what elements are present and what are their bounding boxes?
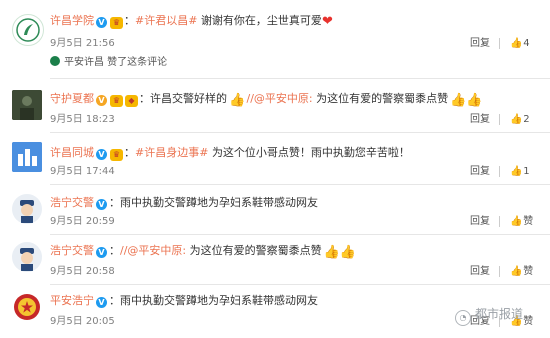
reply-button[interactable]: 回复 (470, 114, 490, 126)
heart-emoji-icon: ❤ (321, 14, 333, 29)
like-count: 1 (523, 166, 530, 177)
reply-button[interactable]: 回复 (470, 266, 490, 278)
liked-by-note: 平安许昌 赞了这条评论 (50, 56, 167, 69)
username[interactable]: 守护夏都 (50, 92, 94, 105)
like-button[interactable]: 👍 1 (510, 166, 530, 178)
like-count: 赞 (523, 316, 534, 327)
comment-text: 为这位有爱的警察蜀黍点赞 (189, 244, 322, 257)
username[interactable]: 许昌学院 (50, 14, 94, 27)
comment-text: 为这位有爱的警察蜀黍点赞 (316, 92, 449, 105)
like-button[interactable]: 👍 2 (510, 114, 530, 126)
thumbs-up-emoji-icon: 👍 (229, 93, 246, 108)
comment-text: 雨中执勤交警蹲地为孕妇系鞋带感动网友 (120, 196, 318, 209)
comment-feed: 许昌学院 V ♛ ：#许君以昌# 谢谢有你在，尘世真可爱❤ 9月5日 21:56 回复… (0, 0, 550, 338)
avatar[interactable] (12, 90, 42, 120)
police-avatar-icon (12, 242, 42, 272)
thumbs-up-emoji-icon: 👍 (450, 93, 467, 108)
comment-body: 许昌同城 V ♛ ：#许昌身边事# 为这个位小哥点赞！雨中执勤您辛苦啦！ (50, 146, 410, 161)
police-emblem-icon (14, 294, 40, 320)
verified-icon: V (96, 199, 107, 210)
thumbs-up-icon: 👍 (510, 166, 523, 177)
reply-button[interactable]: 回复 (470, 166, 490, 178)
thumbs-up-icon: 👍 (510, 216, 523, 227)
like-count: 2 (523, 114, 530, 125)
comment-body: 浩宁交警 V ：//@平安中原: 为这位有爱的警察蜀黍点赞 👍👍 (50, 244, 356, 260)
comment-time: 9月5日 20:05 (50, 316, 115, 327)
avatar[interactable] (12, 292, 42, 322)
comment-time: 9月5日 21:56 (50, 38, 115, 49)
mention-link[interactable]: //@平安中原: (247, 92, 313, 105)
divider (499, 166, 500, 177)
divider (50, 234, 550, 235)
username[interactable]: 许昌同城 (50, 146, 94, 159)
comment-text: 为这个位小哥点赞！雨中执勤您辛苦啦！ (211, 146, 410, 159)
comment-body: 浩宁交警 V ：雨中执勤交警蹲地为孕妇系鞋带感动网友 (50, 196, 318, 210)
verified-icon: V (96, 95, 107, 106)
thumbs-up-icon: 👍 (510, 38, 523, 49)
verified-icon: V (96, 297, 107, 308)
wechat-logo-icon: ◔ (455, 310, 471, 326)
topic-tag[interactable]: #许君以昌# (135, 14, 197, 27)
divider (50, 184, 550, 185)
reply-button[interactable]: 回复 (470, 216, 490, 228)
avatar[interactable] (12, 14, 44, 46)
divider (499, 266, 500, 277)
avatar[interactable] (12, 242, 42, 272)
comment-time: 9月5日 20:59 (50, 216, 115, 227)
vip-badge-icon: ♛ (110, 17, 123, 29)
username[interactable]: 浩宁交警 (50, 196, 94, 209)
verified-icon: V (96, 149, 107, 160)
mention-link[interactable]: //@平安中原: (120, 244, 186, 257)
comment-time: 9月5日 17:44 (50, 166, 115, 177)
like-button[interactable]: 👍 赞 (510, 266, 533, 278)
verified-icon: V (96, 17, 107, 28)
divider (50, 132, 550, 133)
city-logo-icon (12, 142, 42, 172)
comment-body: 平安浩宁 V ：雨中执勤交警蹲地为孕妇系鞋带感动网友 (50, 294, 318, 308)
divider (50, 284, 550, 285)
topic-tag[interactable]: #许昌身边事# (135, 146, 208, 159)
thumbs-up-icon: 👍 (510, 266, 523, 277)
vip-badge-icon: ♛ (110, 95, 123, 107)
like-count: 赞 (523, 216, 534, 227)
medal-icon: ◆ (125, 95, 138, 107)
thumbs-up-emoji-icon: 👍 (323, 245, 340, 260)
school-logo-icon (16, 18, 40, 42)
divider (499, 216, 500, 227)
comment-time: 9月5日 20:58 (50, 266, 115, 277)
thumbs-up-icon: 👍 (510, 114, 523, 125)
comment-text: 雨中执勤交警蹲地为孕妇系鞋带感动网友 (120, 294, 318, 307)
username[interactable]: 平安浩宁 (50, 294, 94, 307)
police-avatar-icon (12, 194, 42, 224)
verified-icon: V (96, 247, 107, 258)
divider (50, 78, 550, 79)
comment-body: 守护夏都 V ♛ ◆ ：许昌交警好样的 👍 //@平安中原: 为这位有爱的警察蜀黍点赞 👍👍 (50, 92, 483, 108)
divider (499, 114, 500, 125)
comment-text: 许昌交警好样的 (150, 92, 227, 105)
reply-button[interactable]: 回复 (470, 38, 490, 50)
thumbs-up-emoji-icon: 👍 (466, 93, 483, 108)
divider (499, 38, 500, 49)
comment-body: 许昌学院 V ♛ ：#许君以昌# 谢谢有你在，尘世真可爱❤ (50, 14, 333, 29)
avatar[interactable] (12, 194, 42, 224)
like-count: 赞 (523, 266, 534, 277)
comment-time: 9月5日 18:23 (50, 114, 115, 125)
avatar[interactable] (12, 142, 42, 172)
avatar (50, 56, 60, 66)
watermark: ◔ 都市报道 (455, 305, 523, 326)
vip-badge-icon: ♛ (110, 149, 123, 161)
username[interactable]: 浩宁交警 (50, 244, 94, 257)
person-avatar-icon (12, 90, 42, 120)
comment-text: 谢谢有你在，尘世真可爱 (200, 14, 322, 27)
like-button[interactable]: 👍 4 (510, 38, 530, 50)
like-button[interactable]: 👍 赞 (510, 216, 533, 228)
thumbs-up-emoji-icon: 👍 (339, 245, 356, 260)
like-count: 4 (523, 38, 530, 49)
